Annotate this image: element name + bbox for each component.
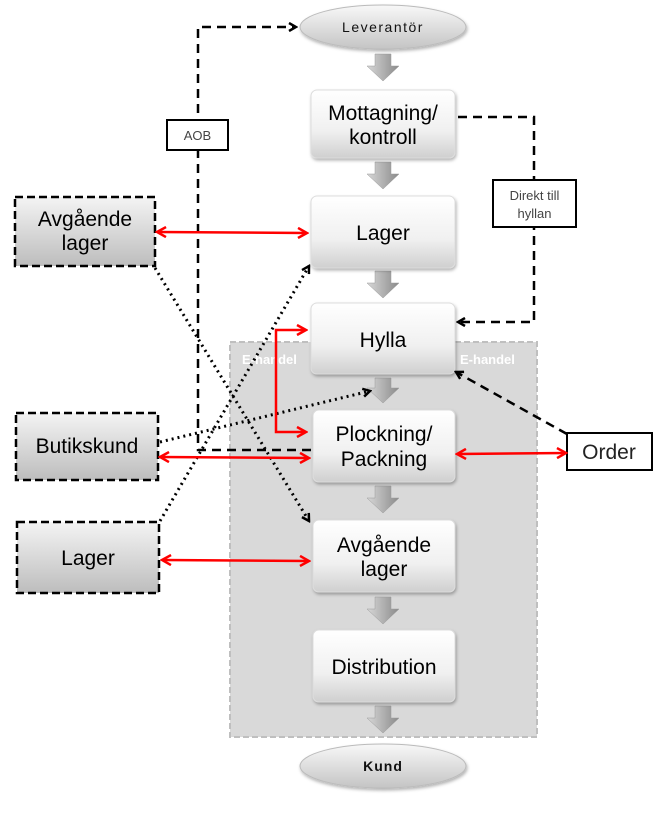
order-node: Order [566, 432, 653, 471]
red-double-arrow [457, 453, 566, 454]
down-arrow-icon [366, 270, 400, 299]
process-label: Plockning/ [336, 423, 433, 446]
external-label: Avgående [38, 208, 132, 231]
process-label: kontroll [349, 126, 417, 149]
process-plockning: Plockning/ Packning [312, 409, 456, 483]
external-label: Lager [61, 547, 115, 570]
external-lager: Lager [15, 520, 161, 595]
process-avgaende-lager: Avgående lager [312, 519, 456, 593]
red-double-arrow [160, 457, 309, 458]
process-label: lager [361, 558, 408, 581]
process-distribution: Distribution [312, 629, 456, 703]
note-label: hyllan [518, 206, 552, 221]
process-label: Lager [356, 222, 410, 245]
note-label: Direkt till [510, 188, 560, 203]
customer-node: Kund [299, 743, 467, 789]
diagram-canvas: E-handel E-handel Leverantör Kund Mottag… [13, 4, 653, 789]
process-mottagning: Mottagning/ kontroll [310, 89, 456, 159]
customer-label: Kund [363, 758, 403, 774]
supplier-label: Leverantör [342, 19, 424, 35]
process-hylla: Hylla [310, 302, 456, 375]
supplier-node: Leverantör [299, 4, 467, 50]
external-label: lager [62, 232, 109, 255]
process-lager: Lager [310, 195, 456, 269]
process-label: Packning [341, 448, 427, 471]
red-double-arrow [162, 560, 309, 561]
zone-label-right: E-handel [460, 352, 515, 367]
process-label: Avgående [337, 534, 431, 557]
process-label: Distribution [331, 656, 436, 679]
process-label: Mottagning/ [328, 102, 438, 125]
aob-note: AOB [166, 119, 229, 151]
external-label: Butikskund [36, 435, 139, 458]
external-butikskund: Butikskund [14, 411, 160, 482]
direct-shelf-note: Direkt till hyllan [492, 179, 577, 228]
flow-diagram: E-handel E-handel Leverantör Kund Mottag… [0, 0, 665, 815]
down-arrow-icon [366, 161, 400, 190]
down-arrow-icon [366, 53, 400, 82]
order-label: Order [582, 441, 636, 464]
aob-label: AOB [184, 128, 211, 143]
red-double-arrow [157, 232, 307, 233]
process-label: Hylla [360, 329, 407, 352]
external-avgaende-lager: Avgående lager [13, 195, 157, 268]
